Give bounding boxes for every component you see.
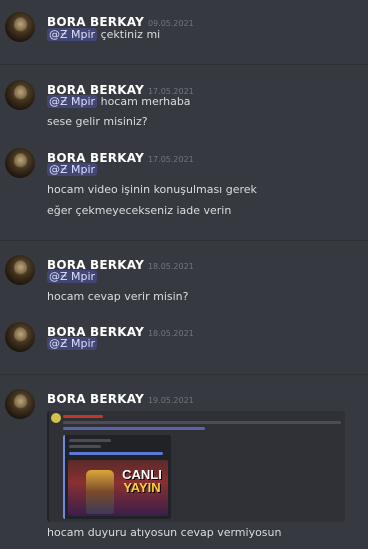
- day-divider: [0, 64, 368, 65]
- user-mention[interactable]: @Ƶ Mpir: [47, 28, 98, 41]
- timestamp: 17.05.2021: [147, 155, 194, 164]
- author-name[interactable]: BORA BERKAY: [47, 15, 144, 29]
- message-line: @Ƶ Mpir: [47, 270, 98, 283]
- timestamp: 18.05.2021: [147, 329, 194, 338]
- user-mention[interactable]: @Ƶ Mpir: [47, 270, 98, 283]
- avatar[interactable]: [5, 255, 35, 285]
- video-thumbnail[interactable]: CANLI YAYIN: [68, 460, 168, 516]
- attachment-avatar-icon: [51, 413, 61, 423]
- day-divider: [0, 374, 368, 375]
- message-line: @Ƶ Mpir hocam merhaba: [47, 95, 191, 108]
- avatar[interactable]: [5, 12, 35, 42]
- message-text: hocam merhaba: [100, 95, 191, 108]
- message-line: @Ƶ Mpir: [47, 163, 98, 176]
- thumbnail-title-line-2: YAYIN: [123, 480, 161, 495]
- day-divider: [0, 240, 368, 241]
- link-embed-card[interactable]: CANLI YAYIN: [63, 435, 171, 519]
- message-text: çektiniz mi: [100, 28, 161, 41]
- avatar[interactable]: [5, 322, 35, 352]
- timestamp: 09.05.2021: [147, 19, 194, 28]
- avatar[interactable]: [5, 148, 35, 178]
- message-text: eğer çekmeyecekseniz iade verin: [47, 204, 232, 217]
- message-header: BORA BERKAY 19.05.2021: [47, 388, 194, 407]
- avatar[interactable]: [5, 389, 35, 419]
- message-line: eğer çekmeyecekseniz iade verin: [47, 204, 231, 217]
- message-line: hocam duyuru atıyosun cevap vermiyosun: [47, 526, 282, 539]
- user-mention[interactable]: @Ƶ Mpir: [47, 163, 98, 176]
- embed-text-line: [69, 439, 111, 442]
- thumbnail-title: CANLI YAYIN: [116, 468, 168, 494]
- message-text: hocam video işinin konuşulması gerek: [47, 183, 257, 196]
- attachment-text-line: [63, 415, 103, 418]
- user-mention[interactable]: @Ƶ Mpir: [47, 95, 98, 108]
- message-line: hocam video işinin konuşulması gerek: [47, 183, 257, 196]
- timestamp: 19.05.2021: [147, 396, 194, 405]
- timestamp: 18.05.2021: [147, 262, 194, 271]
- message-text: hocam cevap verir misin?: [47, 290, 189, 303]
- message-text: hocam duyuru atıyosun cevap vermiyosun: [47, 526, 282, 539]
- message-line: sese gelir misiniz?: [47, 115, 148, 128]
- attachment-text-line: [63, 427, 205, 430]
- user-mention[interactable]: @Ƶ Mpir: [47, 337, 98, 350]
- message-line: @Ƶ Mpir: [47, 337, 98, 350]
- message-line: @Ƶ Mpir çektiniz mi: [47, 28, 160, 41]
- image-attachment[interactable]: CANLI YAYIN: [47, 411, 345, 522]
- embed-text-line: [69, 452, 163, 455]
- thumbnail-character: [86, 470, 114, 514]
- message-line: hocam cevap verir misin?: [47, 290, 189, 303]
- avatar[interactable]: [5, 80, 35, 110]
- attachment-text-line: [63, 421, 341, 424]
- embed-text-line: [69, 445, 101, 448]
- message-text: sese gelir misiniz?: [47, 115, 148, 128]
- author-name[interactable]: BORA BERKAY: [47, 392, 144, 406]
